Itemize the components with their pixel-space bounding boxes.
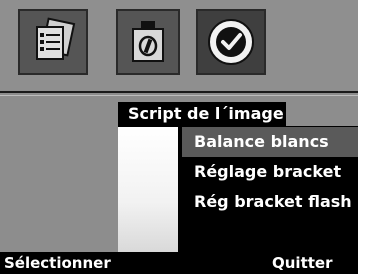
menu-item-balance-blancs[interactable]: Balance blancs — [182, 127, 358, 157]
script-list-icon — [36, 17, 76, 60]
tab-bar — [0, 0, 358, 90]
divider — [0, 91, 358, 93]
menu-title: Script de l´image — [118, 102, 286, 126]
menu-decoration — [118, 127, 178, 252]
tab-setup[interactable] — [196, 9, 266, 75]
quit-button[interactable]: Quitter — [272, 252, 332, 274]
tab-print[interactable] — [116, 9, 180, 75]
setup-check-icon — [208, 19, 254, 65]
softkey-bar: Sélectionner Quitter — [0, 252, 358, 274]
print-icon — [132, 21, 164, 62]
menu-item-reglage-bracket[interactable]: Réglage bracket — [182, 157, 358, 187]
divider — [0, 95, 358, 96]
tab-script[interactable] — [18, 9, 88, 75]
menu-item-reg-bracket-flash[interactable]: Rég bracket flash — [182, 187, 358, 217]
select-button[interactable]: Sélectionner — [4, 252, 111, 274]
camera-menu-screen: Script de l´image Balance blancs Réglage… — [0, 0, 358, 274]
